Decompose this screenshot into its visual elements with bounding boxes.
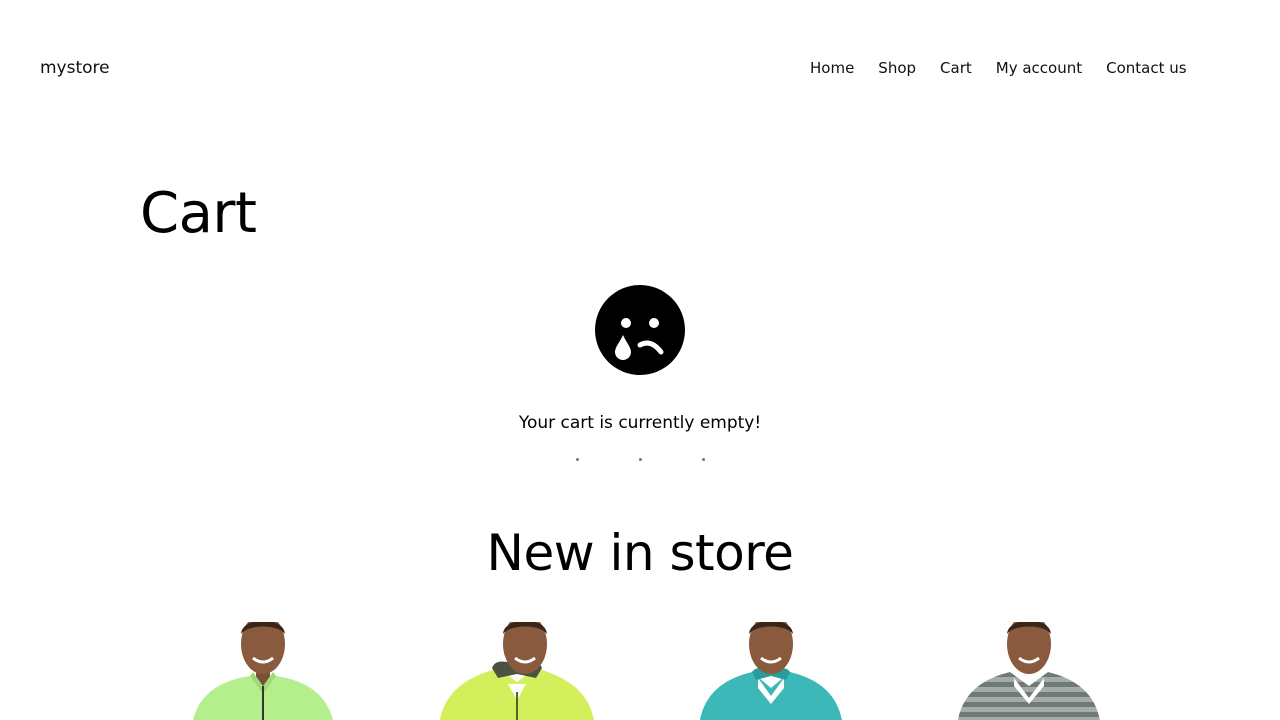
product-card[interactable]	[686, 622, 856, 720]
product-image	[958, 622, 1100, 720]
main-nav: Home Shop Cart My account Contact us	[810, 56, 1187, 80]
divider-dot	[639, 458, 642, 461]
new-in-store-title: New in store	[486, 524, 794, 582]
product-image	[440, 622, 594, 720]
nav-contact-us[interactable]: Contact us	[1106, 56, 1186, 80]
product-image	[193, 622, 333, 720]
empty-cart-message: Your cart is currently empty!	[518, 413, 762, 433]
product-card[interactable]	[432, 622, 602, 720]
nav-shop[interactable]: Shop	[878, 56, 916, 80]
site-title[interactable]: mystore	[40, 56, 110, 80]
page-title: Cart	[140, 181, 257, 246]
divider-dots	[0, 456, 1280, 464]
product-card[interactable]	[178, 622, 348, 720]
product-image	[700, 622, 842, 720]
nav-my-account[interactable]: My account	[996, 56, 1082, 80]
garment	[958, 672, 1100, 720]
page: mystore Home Shop Cart My account Contac…	[0, 0, 1280, 720]
product-grid	[0, 622, 1280, 720]
divider-dot	[702, 458, 705, 461]
nav-cart[interactable]: Cart	[940, 56, 972, 80]
product-card[interactable]	[944, 622, 1114, 720]
nav-home[interactable]: Home	[810, 56, 854, 80]
divider-dot	[576, 458, 579, 461]
sad-face-icon	[595, 285, 685, 375]
